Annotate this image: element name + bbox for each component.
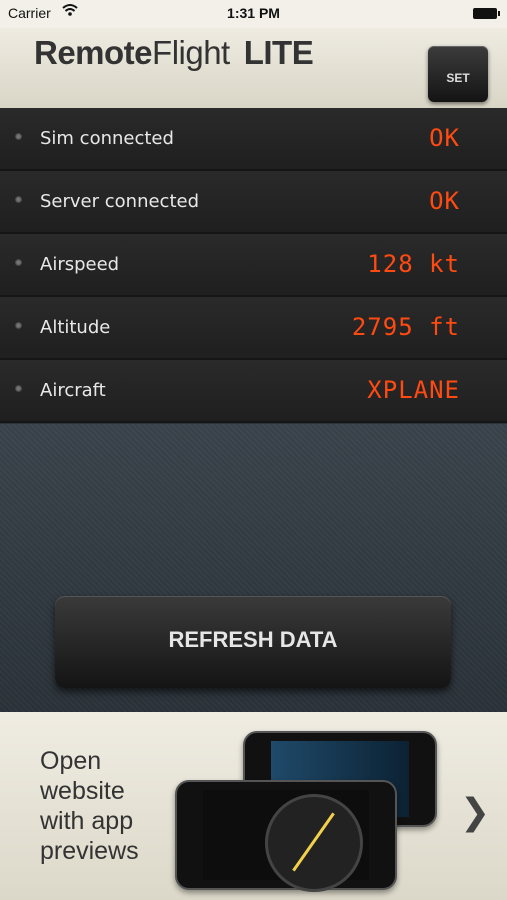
app-header: RemoteFlight LITE SET xyxy=(0,28,507,108)
indicator-dot-icon xyxy=(15,259,22,266)
instrument-gauge-icon xyxy=(265,794,363,892)
status-label: Altitude xyxy=(40,317,111,338)
chevron-right-icon[interactable]: ❯ xyxy=(460,792,490,833)
status-value: XPLANE xyxy=(367,376,460,404)
status-value: 2795 ft xyxy=(351,313,460,341)
status-row-server: Server connected OK xyxy=(0,171,507,234)
status-list: Sim connected OK Server connected OK Air… xyxy=(0,108,507,423)
battery-icon xyxy=(473,8,500,19)
indicator-dot-icon xyxy=(15,322,22,329)
status-value: 128 kt xyxy=(367,250,460,278)
status-value: OK xyxy=(429,124,460,152)
status-row-airspeed: Airspeed 128 kt xyxy=(0,234,507,297)
app-title-flight: Flight xyxy=(152,34,230,71)
app-title-lite: LITE xyxy=(243,34,314,71)
indicator-dot-icon xyxy=(15,385,22,392)
set-button[interactable]: SET xyxy=(428,46,488,102)
app-title-remote: Remote xyxy=(34,34,153,71)
status-label: Sim connected xyxy=(40,128,174,149)
status-label: Server connected xyxy=(40,191,200,212)
website-banner[interactable]: Open website with app previews ❯ xyxy=(0,712,507,900)
status-label: Aircraft xyxy=(40,380,106,401)
status-row-sim: Sim connected OK xyxy=(0,108,507,171)
indicator-dot-icon xyxy=(15,133,22,140)
app-title: RemoteFlight LITE xyxy=(34,34,314,72)
app-preview-screen xyxy=(203,790,369,892)
phone-preview-image xyxy=(175,780,397,892)
status-label: Airspeed xyxy=(40,254,120,275)
indicator-dot-icon xyxy=(15,196,22,203)
status-row-aircraft: Aircraft XPLANE xyxy=(0,360,507,423)
banner-text: Open website with app previews xyxy=(40,747,139,865)
status-value: OK xyxy=(429,187,460,215)
status-bar: Carrier 1:31 PM xyxy=(0,0,507,28)
status-row-altitude: Altitude 2795 ft xyxy=(0,297,507,360)
refresh-data-button[interactable]: REFRESH DATA xyxy=(55,596,451,688)
clock: 1:31 PM xyxy=(227,5,280,21)
